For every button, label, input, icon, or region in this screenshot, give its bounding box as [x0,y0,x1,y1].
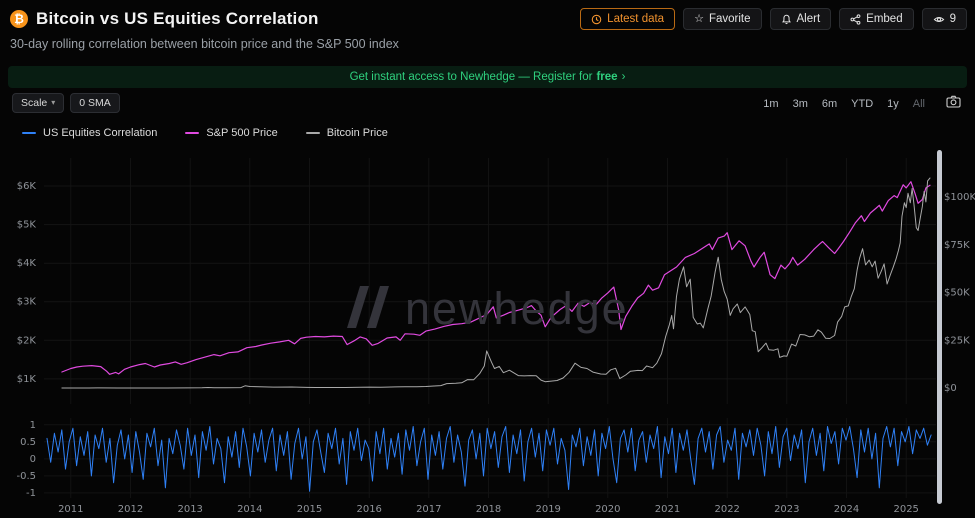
range-selector: 1m3m6mYTD1yAll [756,94,932,112]
latest-data-button[interactable]: Latest data [580,8,675,30]
star-icon: ☆ [694,14,704,25]
x-axis-label: 2014 [237,504,262,515]
x-axis-label: 2025 [893,504,918,515]
scale-label: Scale [21,97,47,109]
left-axis-label: $2K [17,335,37,346]
favorite-button[interactable]: ☆ Favorite [683,8,761,30]
page-title: Bitcoin vs US Equities Correlation [36,9,319,29]
sp500-line [62,182,930,375]
x-axis-label: 2022 [714,504,739,515]
screenshot-button[interactable] [942,93,965,113]
btc-line [62,178,930,388]
chart-scrollbar[interactable] [937,150,942,504]
legend-swatch [185,132,199,134]
legend-label: Bitcoin Price [327,127,388,139]
legend-swatch [306,132,320,134]
range-1m[interactable]: 1m [756,96,785,112]
x-axis-label: 2012 [118,504,143,515]
banner-text: Get instant access to Newhedge — Registe… [350,71,593,83]
right-axis-label: $50K [944,288,970,299]
legend-label: US Equities Correlation [43,127,157,139]
legend-swatch [22,132,36,134]
views-button[interactable]: 9 [922,8,967,30]
camera-icon [946,96,961,111]
legend-item-sp500[interactable]: S&P 500 Price [185,127,277,139]
chevron-down-icon: ▾ [51,97,55,109]
chart-legend: US Equities Correlation S&P 500 Price Bitc… [22,127,388,139]
left-axis-label: $6K [17,181,37,192]
left-axis-label: $3K [17,297,37,308]
promo-banner[interactable]: Get instant access to Newhedge — Registe… [8,66,967,88]
range-ytd[interactable]: YTD [844,96,880,112]
scale-dropdown[interactable]: Scale ▾ [12,93,64,113]
legend-item-bitcoin[interactable]: Bitcoin Price [306,127,388,139]
embed-button[interactable]: Embed [839,8,913,30]
x-axis-label: 2013 [177,504,202,515]
page-header: ₿ Bitcoin vs US Equities Correlation Lat… [10,8,967,51]
x-axis-label: 2016 [356,504,381,515]
sma-label: 0 SMA [79,97,111,109]
x-axis-label: 2020 [595,504,620,515]
banner-free-label: free [596,71,617,83]
x-axis-label: 2023 [774,504,799,515]
range-6m[interactable]: 6m [815,96,844,112]
legend-item-correlation[interactable]: US Equities Correlation [22,127,157,139]
alert-button[interactable]: Alert [770,8,832,30]
sma-button[interactable]: 0 SMA [70,93,120,113]
right-axis-label: $0 [944,383,957,394]
bitcoin-icon: ₿ [10,10,28,28]
legend-label: S&P 500 Price [206,127,277,139]
correlation-axis-label: 1 [30,420,36,431]
share-icon [850,14,861,25]
x-axis-label: 2015 [297,504,322,515]
x-axis-label: 2018 [476,504,501,515]
correlation-axis-label: 0.5 [20,437,36,448]
x-axis-label: 2021 [655,504,680,515]
chart-area: 2011 2012 2013 2014 2015 2016 2017 2018 2019 2020… [0,148,975,518]
embed-label: Embed [866,12,902,26]
x-axis-label: 2011 [58,504,83,515]
x-axis-label: 2017 [416,504,441,515]
right-axis-label: $100K [944,192,975,203]
correlation-axis-label: -1 [26,488,36,499]
range-1y[interactable]: 1y [880,96,906,112]
right-axis-label: $75K [944,240,970,251]
eye-icon [933,14,945,25]
chart-toolbar: Scale ▾ 0 SMA 1m3m6mYTD1yAll [12,92,965,114]
header-actions: Latest data ☆ Favorite Alert [580,8,967,30]
clock-icon [591,14,602,25]
left-axis-label: $1K [17,374,37,385]
chevron-right-icon: › [622,71,626,83]
range-all[interactable]: All [906,96,932,112]
favorite-label: Favorite [709,12,751,26]
chart-canvas[interactable]: 2011 2012 2013 2014 2015 2016 2017 2018 2019 2020… [0,148,975,518]
range-3m[interactable]: 3m [786,96,815,112]
alert-label: Alert [797,12,821,26]
bell-icon [781,14,792,25]
correlation-axis-label: 0 [30,454,36,465]
x-axis-label: 2019 [535,504,560,515]
views-count: 9 [950,12,956,26]
page-subtitle: 30-day rolling correlation between bitco… [10,37,967,51]
left-axis-label: $5K [17,220,37,231]
correlation-axis-label: -0.5 [16,471,36,482]
right-axis-label: $25K [944,335,970,346]
x-axis-label: 2024 [834,504,859,515]
latest-data-label: Latest data [607,12,664,26]
left-axis-label: $4K [17,258,37,269]
